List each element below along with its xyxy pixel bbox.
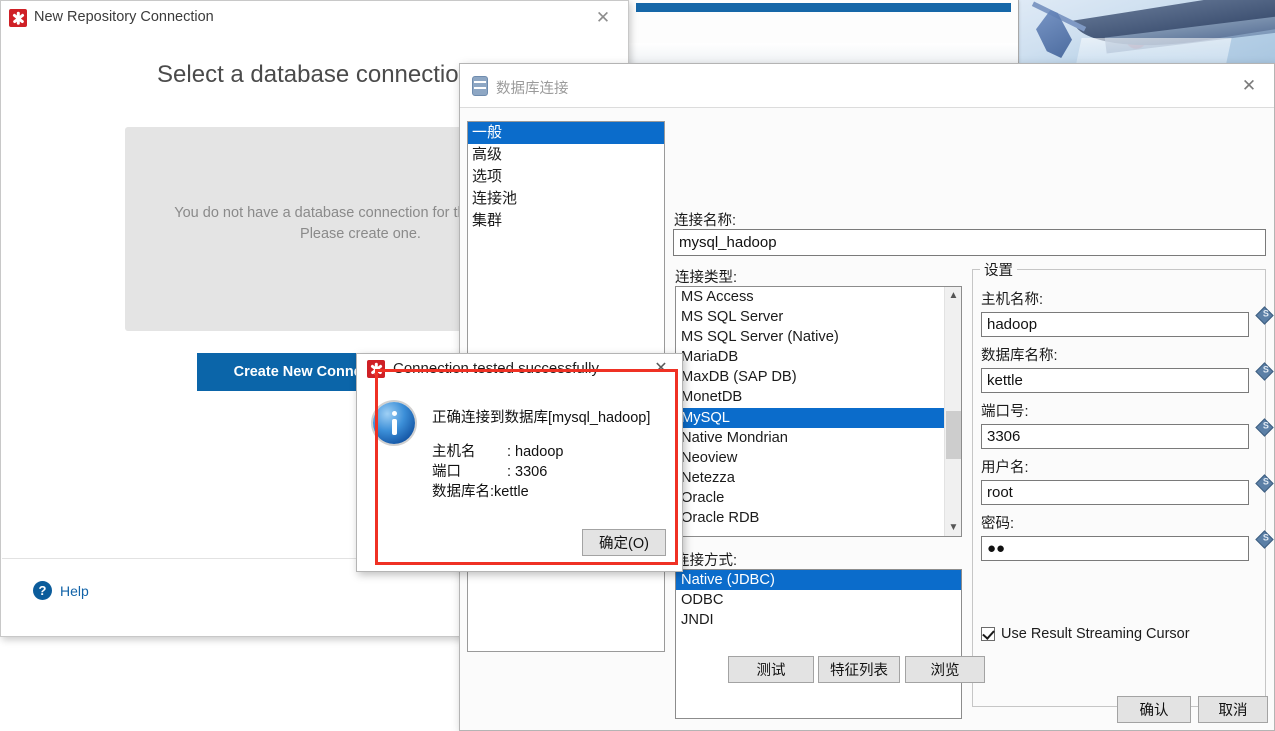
desktop-wallpaper bbox=[1018, 0, 1275, 66]
list-item[interactable]: MS SQL Server (Native) bbox=[676, 327, 961, 347]
close-icon[interactable]: ✕ bbox=[588, 7, 618, 29]
password-field-row: 密码: bbox=[981, 512, 1274, 561]
chevron-down-icon[interactable]: ▼ bbox=[945, 519, 961, 536]
password-input[interactable] bbox=[981, 536, 1249, 561]
message-row-host: 主机名 : hadoop bbox=[432, 442, 664, 462]
repository-window-title: New Repository Connection bbox=[34, 9, 214, 25]
list-item-odbc[interactable]: ODBC bbox=[676, 590, 961, 610]
variable-diamond-icon[interactable] bbox=[1255, 418, 1274, 437]
username-field-row: 用户名: bbox=[981, 456, 1274, 505]
help-link-label: Help bbox=[60, 582, 89, 599]
message-row-host-value: : hadoop bbox=[507, 444, 564, 460]
cancel-button[interactable]: 取消 bbox=[1198, 696, 1268, 723]
scrollbar-thumb[interactable] bbox=[946, 411, 961, 459]
background-window-body bbox=[628, 43, 1018, 65]
message-row-port: 端口 : 3306 bbox=[432, 462, 664, 482]
list-item-jndi[interactable]: JNDI bbox=[676, 610, 961, 630]
variable-diamond-icon[interactable] bbox=[1255, 306, 1274, 325]
help-link[interactable]: ? Help bbox=[33, 581, 89, 600]
wallpaper-glass-shape bbox=[1074, 38, 1232, 66]
kettle-logo-icon bbox=[9, 9, 27, 27]
category-item-cluster[interactable]: 集群 bbox=[468, 210, 664, 232]
username-input[interactable] bbox=[981, 480, 1249, 505]
hostname-field-row: 主机名称: bbox=[981, 288, 1274, 337]
port-label: 端口号: bbox=[981, 404, 1029, 420]
database-icon bbox=[472, 76, 488, 96]
access-method-label: 连接方式: bbox=[675, 553, 738, 569]
category-item-connection-pool[interactable]: 连接池 bbox=[468, 188, 664, 210]
list-item[interactable]: MS Access bbox=[676, 287, 961, 307]
message-ok-button[interactable]: 确定(O) bbox=[582, 529, 666, 556]
background-window[interactable] bbox=[627, 0, 1019, 66]
message-row-database-key: 数据库名:kettle bbox=[432, 484, 529, 500]
checkbox-icon[interactable] bbox=[981, 627, 995, 641]
general-settings-pane: 连接名称: 连接类型: MS Access MS SQL Server MS S… bbox=[673, 121, 1274, 719]
settings-group-legend: 设置 bbox=[980, 259, 1017, 280]
port-field-row: 端口号: bbox=[981, 400, 1274, 449]
connection-type-label: 连接类型: bbox=[675, 270, 738, 286]
connection-type-list[interactable]: MS Access MS SQL Server MS SQL Server (N… bbox=[675, 286, 962, 537]
background-window-accent-bar bbox=[636, 3, 1011, 12]
message-row-database: 数据库名:kettle bbox=[432, 482, 664, 502]
message-dialog-titlebar: Connection tested successfully ✕ bbox=[357, 354, 682, 386]
close-icon[interactable]: ✕ bbox=[648, 358, 674, 380]
connection-name-input[interactable] bbox=[673, 229, 1266, 256]
test-button[interactable]: 测试 bbox=[728, 656, 814, 683]
database-name-label: 数据库名称: bbox=[981, 348, 1058, 364]
info-icon bbox=[373, 402, 415, 444]
port-input[interactable] bbox=[981, 424, 1249, 449]
connection-name-label: 连接名称: bbox=[674, 213, 737, 229]
database-name-field-row: 数据库名称: bbox=[981, 344, 1274, 393]
list-item[interactable]: Oracle bbox=[676, 488, 961, 508]
hostname-label: 主机名称: bbox=[981, 292, 1044, 308]
list-item[interactable]: MaxDB (SAP DB) bbox=[676, 367, 961, 387]
settings-group-box: 设置 主机名称: 数据库名称: 端口号: 用户名: bbox=[972, 259, 1274, 707]
close-icon[interactable]: ✕ bbox=[1234, 74, 1264, 98]
list-item[interactable]: Oracle RDB bbox=[676, 508, 961, 528]
database-dialog-titlebar: 数据库连接 ✕ bbox=[460, 64, 1274, 108]
message-row-port-key: 端口 bbox=[432, 464, 461, 480]
browse-button[interactable]: 浏览 bbox=[905, 656, 985, 683]
question-mark-icon: ? bbox=[33, 581, 52, 600]
connection-tested-dialog: Connection tested successfully ✕ 正确连接到数据… bbox=[356, 353, 683, 572]
list-item[interactable]: MS SQL Server bbox=[676, 307, 961, 327]
feature-list-button[interactable]: 特征列表 bbox=[818, 656, 900, 683]
message-row-host-key: 主机名 bbox=[432, 444, 476, 460]
database-name-input[interactable] bbox=[981, 368, 1249, 393]
variable-diamond-icon[interactable] bbox=[1255, 362, 1274, 381]
access-method-list[interactable]: Native (JDBC) ODBC JNDI bbox=[675, 569, 962, 719]
category-item-advanced[interactable]: 高级 bbox=[468, 144, 664, 166]
kettle-logo-icon bbox=[367, 360, 385, 378]
password-label: 密码: bbox=[981, 516, 1015, 532]
list-item-mysql-selected[interactable]: MySQL bbox=[676, 407, 961, 428]
variable-diamond-icon[interactable] bbox=[1255, 530, 1274, 549]
variable-diamond-icon[interactable] bbox=[1255, 474, 1274, 493]
category-item-options[interactable]: 选项 bbox=[468, 166, 664, 188]
list-item[interactable]: MonetDB bbox=[676, 387, 961, 407]
chevron-up-icon[interactable]: ▲ bbox=[945, 287, 961, 304]
streaming-cursor-row[interactable]: Use Result Streaming Cursor bbox=[981, 626, 1190, 642]
database-dialog-title: 数据库连接 bbox=[496, 81, 569, 97]
confirm-button[interactable]: 确认 bbox=[1117, 696, 1191, 723]
connection-type-scrollbar[interactable]: ▲ ▼ bbox=[944, 287, 961, 536]
list-item[interactable]: MariaDB bbox=[676, 347, 961, 367]
list-item[interactable]: Native Mondrian bbox=[676, 428, 961, 448]
list-item[interactable]: Netezza bbox=[676, 468, 961, 488]
repository-window-titlebar: New Repository Connection ✕ bbox=[1, 1, 628, 35]
list-item[interactable]: Neoview bbox=[676, 448, 961, 468]
category-item-general[interactable]: 一般 bbox=[468, 122, 664, 144]
hostname-input[interactable] bbox=[981, 312, 1249, 337]
message-dialog-body: 正确连接到数据库[mysql_hadoop] 主机名 : hadoop 端口 :… bbox=[432, 408, 664, 502]
list-item-native-jdbc-selected[interactable]: Native (JDBC) bbox=[676, 570, 961, 590]
username-label: 用户名: bbox=[981, 460, 1029, 476]
message-row-port-value: : 3306 bbox=[507, 464, 548, 480]
message-dialog-title: Connection tested successfully bbox=[393, 360, 599, 377]
message-primary-text: 正确连接到数据库[mysql_hadoop] bbox=[432, 410, 651, 426]
streaming-cursor-label: Use Result Streaming Cursor bbox=[1001, 626, 1190, 642]
